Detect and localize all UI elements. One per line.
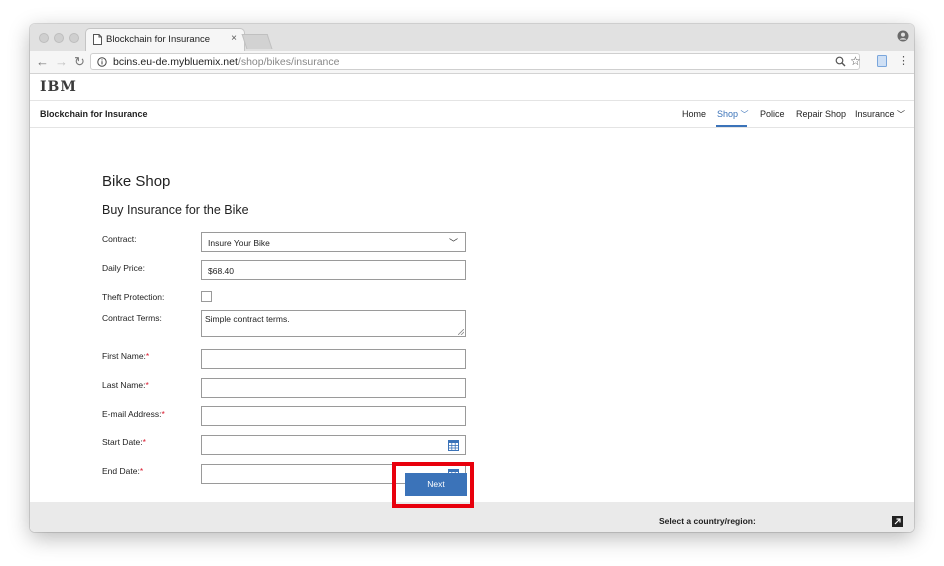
active-nav-indicator	[716, 125, 747, 127]
last-name-input[interactable]	[201, 378, 466, 398]
start-date-label: Start Date:*	[102, 437, 146, 447]
calendar-icon[interactable]	[448, 440, 459, 451]
email-label-text: E-mail Address:	[102, 409, 162, 419]
contract-terms-label: Contract Terms:	[102, 313, 162, 323]
nav-item-police[interactable]: Police	[760, 109, 785, 119]
last-name-label-text: Last Name:	[102, 380, 146, 390]
forward-arrow-icon[interactable]: →	[55, 54, 68, 69]
daily-price-value: $68.40	[208, 266, 234, 276]
tab-close-icon[interactable]: ×	[231, 33, 237, 44]
required-marker: *	[142, 437, 146, 447]
info-icon[interactable]	[97, 57, 107, 67]
resize-handle-icon[interactable]	[458, 329, 464, 335]
web-page: IBM Blockchain for Insurance Home Shop ﹀…	[30, 74, 914, 532]
next-button[interactable]: Next	[405, 473, 467, 496]
tab-strip: Blockchain for Insurance ×	[30, 24, 914, 52]
nav-item-shop-label: Shop	[717, 109, 739, 119]
app-navigation-bar: Blockchain for Insurance Home Shop ﹀ Pol…	[30, 101, 914, 128]
extension-icon[interactable]	[877, 55, 887, 67]
first-name-label-text: First Name:	[102, 351, 146, 361]
ibm-logo[interactable]: IBM	[40, 79, 77, 95]
required-marker: *	[161, 409, 165, 419]
email-label: E-mail Address:*	[102, 409, 165, 419]
maximize-window-dot[interactable]	[69, 33, 79, 43]
browser-toolbar: ← → ↻ bcins.eu-de.mybluemix.net/shop/bik…	[30, 51, 914, 74]
zoom-icon[interactable]	[835, 56, 846, 67]
contract-terms-value: Simple contract terms.	[205, 314, 290, 324]
browser-tab[interactable]: Blockchain for Insurance ×	[85, 28, 245, 52]
required-marker: *	[145, 380, 149, 390]
url-host: bcins.eu-de.mybluemix.net	[113, 56, 238, 68]
tab-title: Blockchain for Insurance	[106, 34, 211, 45]
nav-item-home[interactable]: Home	[682, 109, 706, 119]
chevron-down-icon: ﹀	[897, 110, 906, 119]
first-name-input[interactable]	[201, 349, 466, 369]
chevron-down-icon: ﹀	[740, 110, 749, 119]
nav-item-insurance[interactable]: Insurance ﹀	[855, 109, 905, 120]
nav-item-repair-shop[interactable]: Repair Shop	[796, 109, 846, 119]
page-subtitle: Buy Insurance for the Bike	[102, 203, 249, 217]
start-date-label-text: Start Date:	[102, 437, 143, 447]
page-title: Bike Shop	[102, 173, 171, 190]
new-tab-button[interactable]	[241, 34, 273, 49]
reload-icon[interactable]: ↻	[74, 54, 85, 70]
browser-menu-icon[interactable]: ⋮	[898, 54, 909, 67]
arrow-up-right-icon	[894, 518, 901, 525]
end-date-label: End Date:*	[102, 466, 143, 476]
start-date-input[interactable]	[201, 435, 466, 455]
nav-item-insurance-label: Insurance	[855, 109, 895, 119]
theft-protection-checkbox[interactable]	[201, 291, 212, 302]
daily-price-label: Daily Price:	[102, 263, 145, 273]
chevron-down-icon: ﹀	[448, 238, 458, 248]
back-arrow-icon[interactable]: ←	[36, 54, 49, 69]
url-text: bcins.eu-de.mybluemix.net/shop/bikes/ins…	[113, 56, 339, 68]
profile-icon[interactable]	[897, 30, 909, 42]
contract-select-value: Insure Your Bike	[208, 238, 270, 248]
contract-terms-textarea[interactable]: Simple contract terms.	[201, 310, 466, 337]
end-date-label-text: End Date:	[102, 466, 140, 476]
email-input[interactable]	[201, 406, 466, 426]
nav-item-shop[interactable]: Shop ﹀	[717, 109, 749, 120]
document-icon	[93, 34, 102, 45]
first-name-label: First Name:*	[102, 351, 149, 361]
theft-protection-label: Theft Protection:	[102, 292, 165, 302]
last-name-label: Last Name:*	[102, 380, 149, 390]
required-marker: *	[145, 351, 150, 361]
daily-price-field: $68.40	[201, 260, 466, 280]
url-path: /shop/bikes/insurance	[237, 56, 340, 68]
close-window-dot[interactable]	[39, 33, 49, 43]
external-link-icon[interactable]	[892, 516, 903, 527]
country-selector-label[interactable]: Select a country/region:	[659, 516, 756, 526]
app-title[interactable]: Blockchain for Insurance	[40, 109, 148, 119]
required-marker: *	[139, 466, 144, 476]
minimize-window-dot[interactable]	[54, 33, 64, 43]
contract-select[interactable]: Insure Your Bike ﹀	[201, 232, 466, 252]
address-bar[interactable]: bcins.eu-de.mybluemix.net/shop/bikes/ins…	[90, 53, 861, 70]
bookmark-star-icon[interactable]: ☆	[850, 54, 861, 68]
browser-window: Blockchain for Insurance × ← → ↻ bcins.e…	[30, 24, 914, 532]
ibm-masthead: IBM	[30, 74, 914, 101]
contract-label: Contract:	[102, 234, 137, 244]
